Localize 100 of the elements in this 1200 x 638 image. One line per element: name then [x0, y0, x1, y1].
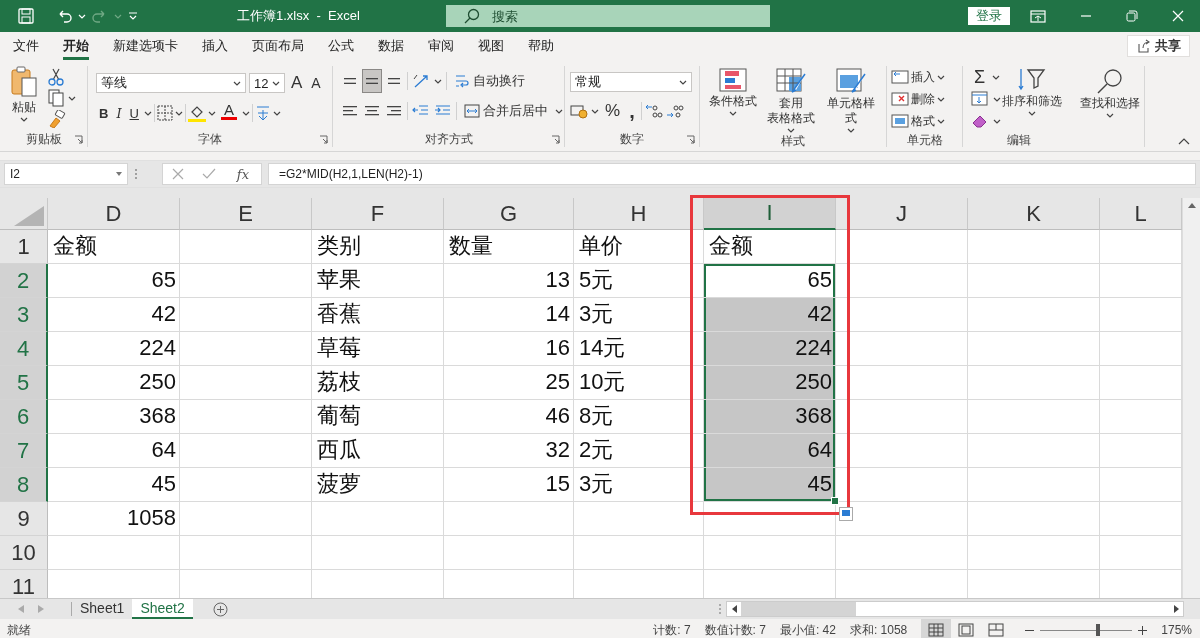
sheet-tab[interactable]: Sheet2 [132, 599, 193, 619]
ribbon-tab[interactable]: 审阅 [428, 32, 454, 60]
row-header[interactable]: 7 [0, 434, 48, 468]
customize-icon[interactable] [128, 12, 138, 20]
ribbon-tab[interactable]: 文件 [13, 32, 39, 60]
caret-icon[interactable] [20, 117, 28, 122]
caret-icon[interactable] [1105, 113, 1114, 118]
row-header[interactable]: 3 [0, 298, 48, 332]
close-icon[interactable] [1172, 10, 1184, 22]
caret-icon[interactable] [591, 108, 599, 114]
comma-style-button[interactable]: , [626, 100, 638, 122]
normal-view-button[interactable] [921, 619, 952, 638]
phonetic-guide-icon[interactable] [254, 104, 271, 122]
underline-button[interactable]: U [126, 102, 142, 124]
merge-center-button[interactable]: 合并后居中 [461, 100, 551, 122]
caret-icon[interactable] [1028, 111, 1036, 116]
increase-font-button[interactable]: A [288, 72, 306, 94]
copy-icon[interactable] [48, 89, 64, 107]
paste-button[interactable]: 粘贴 [10, 66, 38, 131]
share-button[interactable]: 共享 [1127, 35, 1190, 57]
sheet-tab[interactable]: Sheet1 [72, 599, 133, 619]
increase-decimal-icon[interactable] [644, 103, 663, 119]
row-header[interactable]: 2 [0, 264, 48, 298]
caret-icon[interactable] [992, 74, 1001, 80]
caret-icon[interactable] [937, 96, 945, 102]
insert-cells-button[interactable]: 插入 [890, 66, 936, 88]
format-painter-icon[interactable] [48, 110, 66, 128]
dialog-launcher-icon[interactable] [551, 135, 560, 144]
decrease-font-button[interactable]: A [308, 72, 324, 94]
scroll-up-icon[interactable] [1187, 202, 1196, 208]
insert-function-button[interactable]: fx [233, 163, 252, 185]
caret-icon[interactable] [937, 74, 945, 80]
accounting-icon[interactable] [570, 103, 588, 119]
row-header[interactable]: 9 [0, 502, 48, 536]
caret-icon[interactable] [679, 79, 687, 85]
caret-icon[interactable] [174, 110, 183, 116]
caret-icon[interactable] [272, 80, 280, 86]
caret-icon[interactable] [116, 172, 122, 176]
scroll-left-icon[interactable] [731, 605, 737, 613]
row-header[interactable]: 4 [0, 332, 48, 366]
caret-icon[interactable] [143, 110, 152, 116]
ribbon-tab[interactable]: 视图 [478, 32, 504, 60]
column-header[interactable]: E [180, 198, 312, 230]
font-size-field[interactable]: 12 [249, 73, 285, 93]
column-header[interactable]: F [312, 198, 444, 230]
name-box[interactable]: I2 [4, 163, 128, 185]
dialog-launcher-icon[interactable] [74, 135, 83, 144]
format-cells-button[interactable]: 格式 [890, 110, 936, 132]
horizontal-scrollbar[interactable] [726, 601, 1184, 617]
caret-icon[interactable] [233, 80, 241, 86]
quick-analysis-icon[interactable] [839, 507, 853, 521]
column-header[interactable]: K [968, 198, 1100, 230]
search-icon[interactable] [464, 8, 480, 24]
column-header[interactable]: H [574, 198, 704, 230]
fill-down-icon[interactable] [971, 91, 989, 107]
decrease-decimal-icon[interactable] [665, 103, 684, 119]
row-header[interactable]: 1 [0, 230, 48, 264]
restore-icon[interactable] [1126, 10, 1138, 22]
save-icon[interactable] [18, 8, 34, 24]
wrap-text-button[interactable]: 自动换行 [451, 70, 528, 92]
borders-icon[interactable] [156, 105, 173, 121]
dialog-launcher-icon[interactable] [686, 135, 695, 144]
ribbon-tab[interactable]: 数据 [378, 32, 404, 60]
caret-icon[interactable] [555, 108, 563, 114]
caret-icon[interactable] [207, 110, 216, 116]
scroll-right-icon[interactable] [1173, 605, 1179, 613]
percent-button[interactable]: % [602, 100, 624, 122]
scissors-icon[interactable] [48, 68, 64, 86]
row-header[interactable]: 6 [0, 400, 48, 434]
bold-button[interactable]: B [96, 102, 112, 124]
format-as-table-button[interactable]: 套用 表格格式 [764, 68, 819, 133]
column-header[interactable]: I [704, 198, 836, 230]
dialog-launcher-icon[interactable] [319, 135, 328, 144]
collapse-ribbon-icon[interactable] [1178, 137, 1190, 145]
caret-icon[interactable] [729, 111, 738, 116]
autosum-button[interactable]: Σ [971, 66, 989, 88]
fill-color-icon[interactable] [187, 104, 206, 122]
caret-icon[interactable] [787, 128, 796, 133]
find-select-button[interactable]: 查找和选择 [1079, 68, 1140, 131]
ribbon-tab[interactable]: 新建选项卡 [113, 32, 178, 60]
middle-align-button[interactable] [363, 70, 381, 92]
caret-icon[interactable] [272, 110, 281, 116]
column-header[interactable]: L [1100, 198, 1182, 230]
ribbon-tab[interactable]: 插入 [202, 32, 228, 60]
column-header[interactable]: J [836, 198, 968, 230]
number-format-field[interactable]: 常规 [570, 72, 692, 92]
eraser-icon[interactable] [971, 113, 989, 129]
formula-field[interactable]: =G2*MID(H2,1,LEN(H2)-1) [268, 163, 1196, 185]
zoom-in-icon[interactable] [1138, 625, 1148, 635]
add-sheet-icon[interactable] [212, 601, 228, 617]
column-header[interactable]: G [444, 198, 574, 230]
row-header[interactable]: 5 [0, 366, 48, 400]
cell-styles-button[interactable]: 单元格样式 [822, 68, 880, 133]
ribbon-display-icon[interactable] [1030, 9, 1046, 23]
row-header[interactable]: 11 [0, 570, 48, 598]
delete-cells-button[interactable]: 删除 [890, 88, 936, 110]
caret-icon[interactable] [241, 110, 250, 116]
caret-icon[interactable] [847, 128, 856, 133]
ribbon-tab[interactable]: 页面布局 [252, 32, 304, 60]
caret-icon[interactable] [937, 118, 945, 124]
